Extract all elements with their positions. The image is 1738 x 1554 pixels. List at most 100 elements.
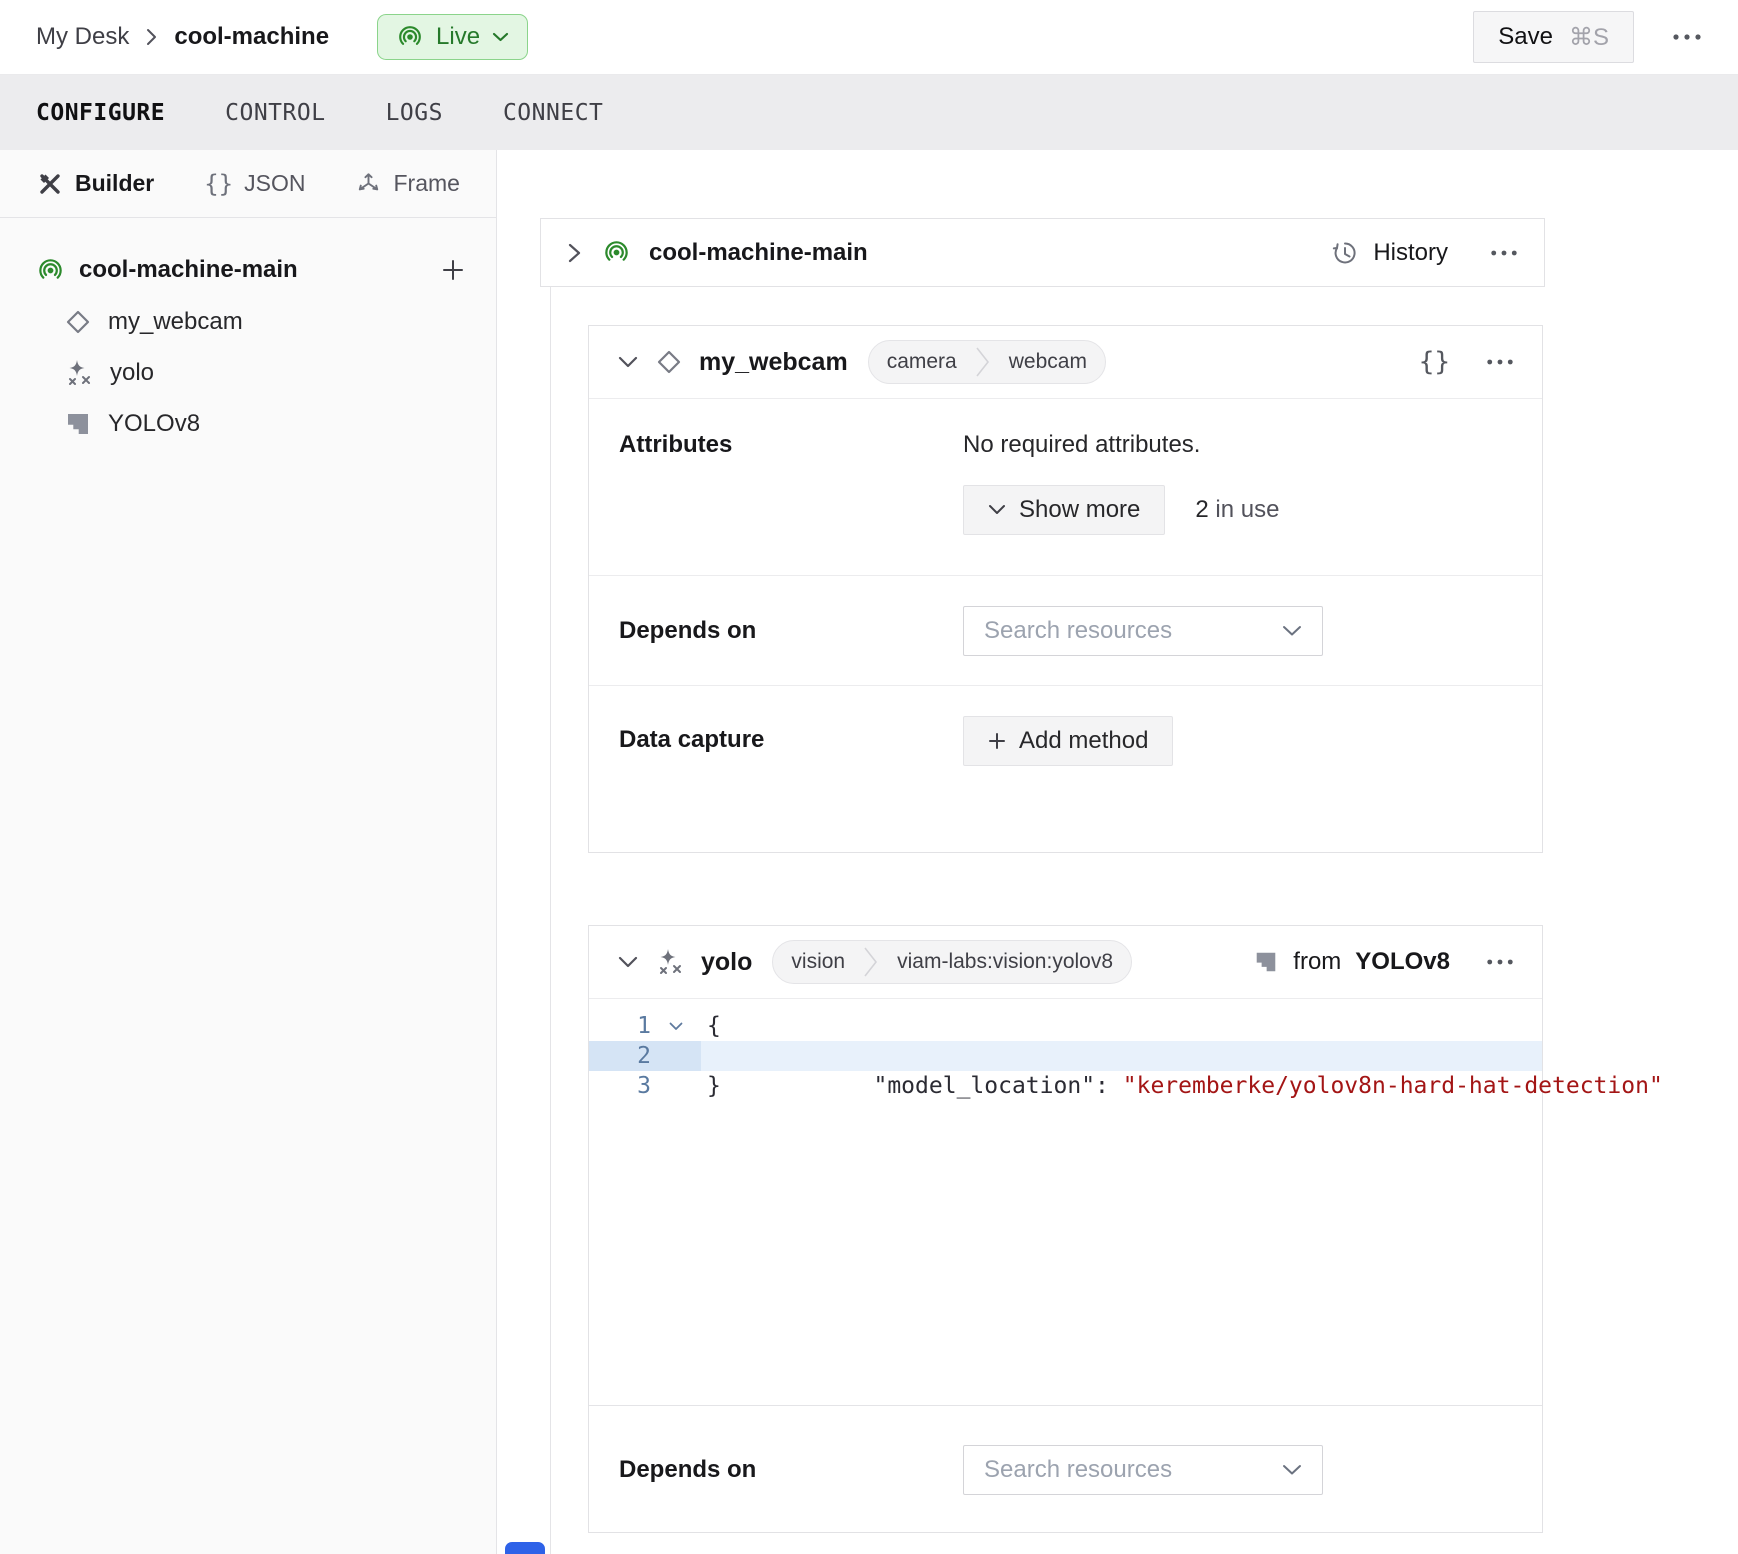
line-number: 3 bbox=[589, 1071, 651, 1101]
code-key: "model_location" bbox=[873, 1073, 1095, 1099]
card-header: my_webcam camera webcam {} bbox=[589, 326, 1542, 399]
machine-tab-bar: CONFIGURE CONTROL LOGS CONNECT bbox=[0, 75, 1738, 150]
chevron-down-icon bbox=[988, 504, 1006, 516]
resource-tree: cool-machine-main my_webcam yolo bbox=[0, 218, 496, 449]
pill-divider-chevron bbox=[975, 340, 991, 384]
vision-sparkle-icon bbox=[655, 947, 685, 977]
card-overflow-menu-icon[interactable] bbox=[1486, 958, 1514, 966]
show-more-button[interactable]: Show more bbox=[963, 485, 1165, 535]
tab-control[interactable]: CONTROL bbox=[225, 100, 325, 126]
data-capture-label: Data capture bbox=[619, 726, 963, 853]
mode-json-label: JSON bbox=[244, 170, 305, 197]
live-status-badge[interactable]: Live bbox=[377, 14, 528, 60]
service-name: yolo bbox=[701, 948, 752, 977]
component-type-model-pill: camera webcam bbox=[868, 340, 1106, 384]
tab-logs[interactable]: LOGS bbox=[386, 100, 443, 126]
chevron-down-icon bbox=[492, 32, 509, 43]
builder-tools-icon bbox=[36, 170, 64, 198]
line-number: 1 bbox=[589, 1011, 651, 1041]
tab-configure[interactable]: CONFIGURE bbox=[36, 100, 165, 126]
broadcast-icon bbox=[36, 256, 65, 285]
tree-root-part[interactable]: cool-machine-main bbox=[0, 244, 496, 296]
add-method-button[interactable]: Add method bbox=[963, 716, 1173, 766]
in-use-count: 2 bbox=[1195, 496, 1208, 523]
breadcrumb-machine-name: cool-machine bbox=[174, 23, 329, 51]
add-fab-button-clipped[interactable] bbox=[505, 1542, 545, 1554]
in-use-label: in use bbox=[1215, 496, 1279, 523]
service-type-model-pill: vision viam-labs:vision:yolov8 bbox=[772, 940, 1132, 984]
vision-sparkle-icon bbox=[64, 358, 94, 388]
fold-chevron-icon[interactable] bbox=[651, 1011, 701, 1041]
save-button[interactable]: Save ⌘S bbox=[1473, 11, 1634, 63]
depends-on-section: Depends on Search resources bbox=[589, 1406, 1542, 1533]
tab-connect[interactable]: CONNECT bbox=[503, 100, 603, 126]
collapse-chevron-right-icon[interactable] bbox=[567, 241, 582, 265]
top-bar: My Desk cool-machine Live Save ⌘S bbox=[0, 0, 1738, 75]
service-model: viam-labs:vision:yolov8 bbox=[879, 950, 1131, 974]
broadcast-icon bbox=[602, 238, 631, 267]
broadcast-icon bbox=[396, 23, 424, 51]
from-module-link[interactable]: from YOLOv8 bbox=[1253, 948, 1450, 976]
component-name: my_webcam bbox=[699, 348, 848, 377]
depends-on-select[interactable]: Search resources bbox=[963, 606, 1323, 656]
mode-frame[interactable]: Frame bbox=[355, 170, 459, 197]
depends-on-label: Depends on bbox=[619, 1456, 963, 1484]
card-overflow-menu-icon[interactable] bbox=[1486, 358, 1514, 366]
save-shortcut: ⌘S bbox=[1569, 23, 1609, 52]
code-line-2: 2 "model_location": "keremberke/yolov8n-… bbox=[589, 1041, 1542, 1071]
configure-main-area: cool-machine-main History bbox=[497, 150, 1738, 1554]
json-attributes-editor[interactable]: 1 { 2 "model_location": "keremberke/yolo… bbox=[589, 999, 1542, 1406]
live-label: Live bbox=[436, 23, 480, 51]
json-toggle-icon[interactable]: {} bbox=[1419, 347, 1450, 377]
mode-builder[interactable]: Builder bbox=[36, 170, 154, 198]
depends-on-label: Depends on bbox=[619, 617, 963, 645]
mode-json[interactable]: {} JSON bbox=[204, 170, 305, 198]
module-icon bbox=[1253, 949, 1279, 975]
part-overflow-menu-icon[interactable] bbox=[1490, 249, 1518, 257]
braces-icon: {} bbox=[204, 170, 233, 198]
camera-component-icon bbox=[64, 308, 92, 336]
history-clock-icon bbox=[1331, 239, 1359, 267]
chevron-down-icon bbox=[1282, 625, 1302, 637]
part-header-panel: cool-machine-main History bbox=[540, 218, 1545, 287]
component-type: camera bbox=[869, 350, 975, 374]
part-connector-rail bbox=[550, 287, 551, 1554]
history-button[interactable]: History bbox=[1331, 239, 1448, 267]
tree-item-yolov8-module[interactable]: YOLOv8 bbox=[0, 398, 496, 449]
service-type: vision bbox=[773, 950, 863, 974]
tree-item-label: my_webcam bbox=[108, 308, 243, 336]
attributes-empty-text: No required attributes. bbox=[963, 431, 1279, 459]
add-resource-button[interactable] bbox=[440, 257, 466, 283]
collapse-chevron-down-icon[interactable] bbox=[617, 355, 639, 369]
service-card-yolo: yolo vision viam-labs:vision:yolov8 from… bbox=[588, 925, 1543, 1533]
attributes-in-use: 2 in use bbox=[1195, 496, 1279, 524]
tree-root-label: cool-machine-main bbox=[79, 256, 440, 284]
select-placeholder: Search resources bbox=[984, 1456, 1172, 1484]
component-card-my-webcam: my_webcam camera webcam {} Attributes No… bbox=[588, 325, 1543, 853]
tree-item-yolo[interactable]: yolo bbox=[0, 347, 496, 398]
attributes-section: Attributes No required attributes. Show … bbox=[589, 399, 1542, 575]
code-separator: : bbox=[1095, 1073, 1123, 1099]
add-method-label: Add method bbox=[1019, 727, 1148, 755]
card-header: yolo vision viam-labs:vision:yolov8 from… bbox=[589, 926, 1542, 999]
depends-on-select[interactable]: Search resources bbox=[963, 1445, 1323, 1495]
chevron-down-icon bbox=[1282, 1464, 1302, 1476]
breadcrumb-parent[interactable]: My Desk bbox=[36, 23, 129, 51]
show-more-label: Show more bbox=[1019, 496, 1140, 524]
code-line-1: 1 { bbox=[589, 1011, 1542, 1041]
data-capture-section: Data capture Add method bbox=[589, 685, 1542, 853]
tree-item-label: yolo bbox=[110, 359, 154, 387]
frame-axes-icon bbox=[355, 170, 382, 197]
collapse-chevron-down-icon[interactable] bbox=[617, 955, 639, 969]
select-placeholder: Search resources bbox=[984, 617, 1172, 645]
attributes-label: Attributes bbox=[619, 431, 963, 575]
tree-item-label: YOLOv8 bbox=[108, 410, 200, 438]
from-label: from bbox=[1293, 948, 1341, 976]
line-number: 2 bbox=[589, 1041, 651, 1071]
topbar-overflow-menu-icon[interactable] bbox=[1672, 33, 1702, 41]
tree-item-my-webcam[interactable]: my_webcam bbox=[0, 296, 496, 347]
breadcrumb-chevron-icon bbox=[145, 27, 158, 47]
code-text: } bbox=[701, 1071, 721, 1101]
mode-builder-label: Builder bbox=[75, 170, 154, 197]
from-module-name: YOLOv8 bbox=[1355, 948, 1450, 976]
